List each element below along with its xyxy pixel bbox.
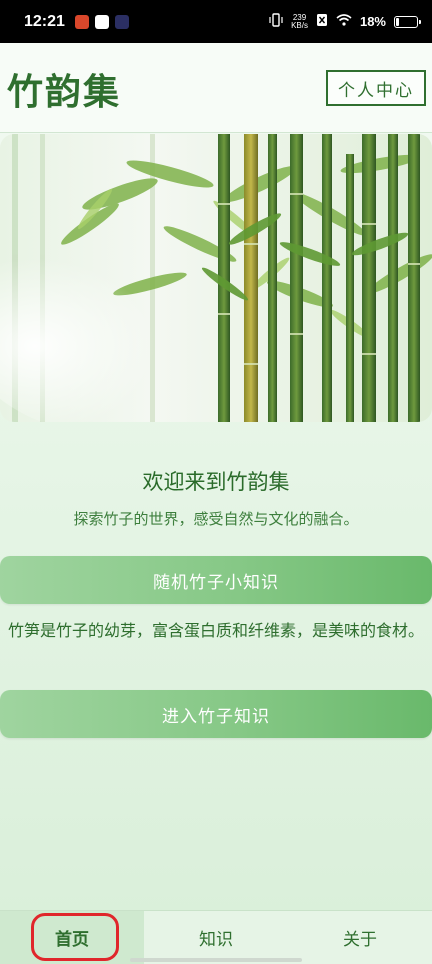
vibrate-icon — [269, 13, 283, 30]
status-bar: 12:21 239 KB/s 18% — [0, 0, 432, 43]
nav-tab-about-label: 关于 — [343, 930, 377, 950]
network-speed: 239 KB/s — [291, 13, 308, 30]
battery-percent: 18% — [359, 14, 386, 29]
app-title: 竹韵集 — [7, 71, 122, 113]
enter-knowledge-button[interactable]: 进入竹子知识 — [0, 690, 432, 738]
nav-tab-about[interactable]: 关于 — [288, 911, 432, 964]
welcome-subtitle: 探索竹子的世界，感受自然与文化的融合。 — [73, 510, 359, 528]
app-header: 竹韵集 个人中心 — [0, 43, 432, 133]
welcome-title: 欢迎来到竹韵集 — [142, 470, 290, 494]
notification-app-icon — [74, 14, 89, 29]
profile-center-button[interactable]: 个人中心 — [326, 70, 426, 106]
nav-tab-knowledge-label: 知识 — [199, 930, 233, 950]
no-sim-icon — [316, 13, 328, 30]
nav-tab-knowledge[interactable]: 知识 — [144, 911, 288, 964]
network-speed-unit: KB/s — [291, 20, 308, 30]
random-fact-button[interactable]: 随机竹子小知识 — [0, 556, 432, 604]
nav-tab-home[interactable]: 首页 — [0, 911, 144, 964]
bamboo-banner-image — [0, 134, 432, 422]
status-time: 12:21 — [24, 12, 65, 30]
wifi-icon — [336, 14, 352, 29]
bottom-navigation: 首页 知识 关于 — [0, 910, 432, 964]
nav-tab-home-label: 首页 — [55, 930, 89, 950]
video-app-icon — [114, 14, 129, 29]
bamboo-fact-text: 竹笋是竹子的幼芽，富含蛋白质和纤维素，是美味的食材。 — [7, 621, 424, 640]
battery-icon — [394, 15, 421, 28]
mail-icon — [94, 14, 109, 29]
home-indicator[interactable] — [130, 958, 302, 962]
